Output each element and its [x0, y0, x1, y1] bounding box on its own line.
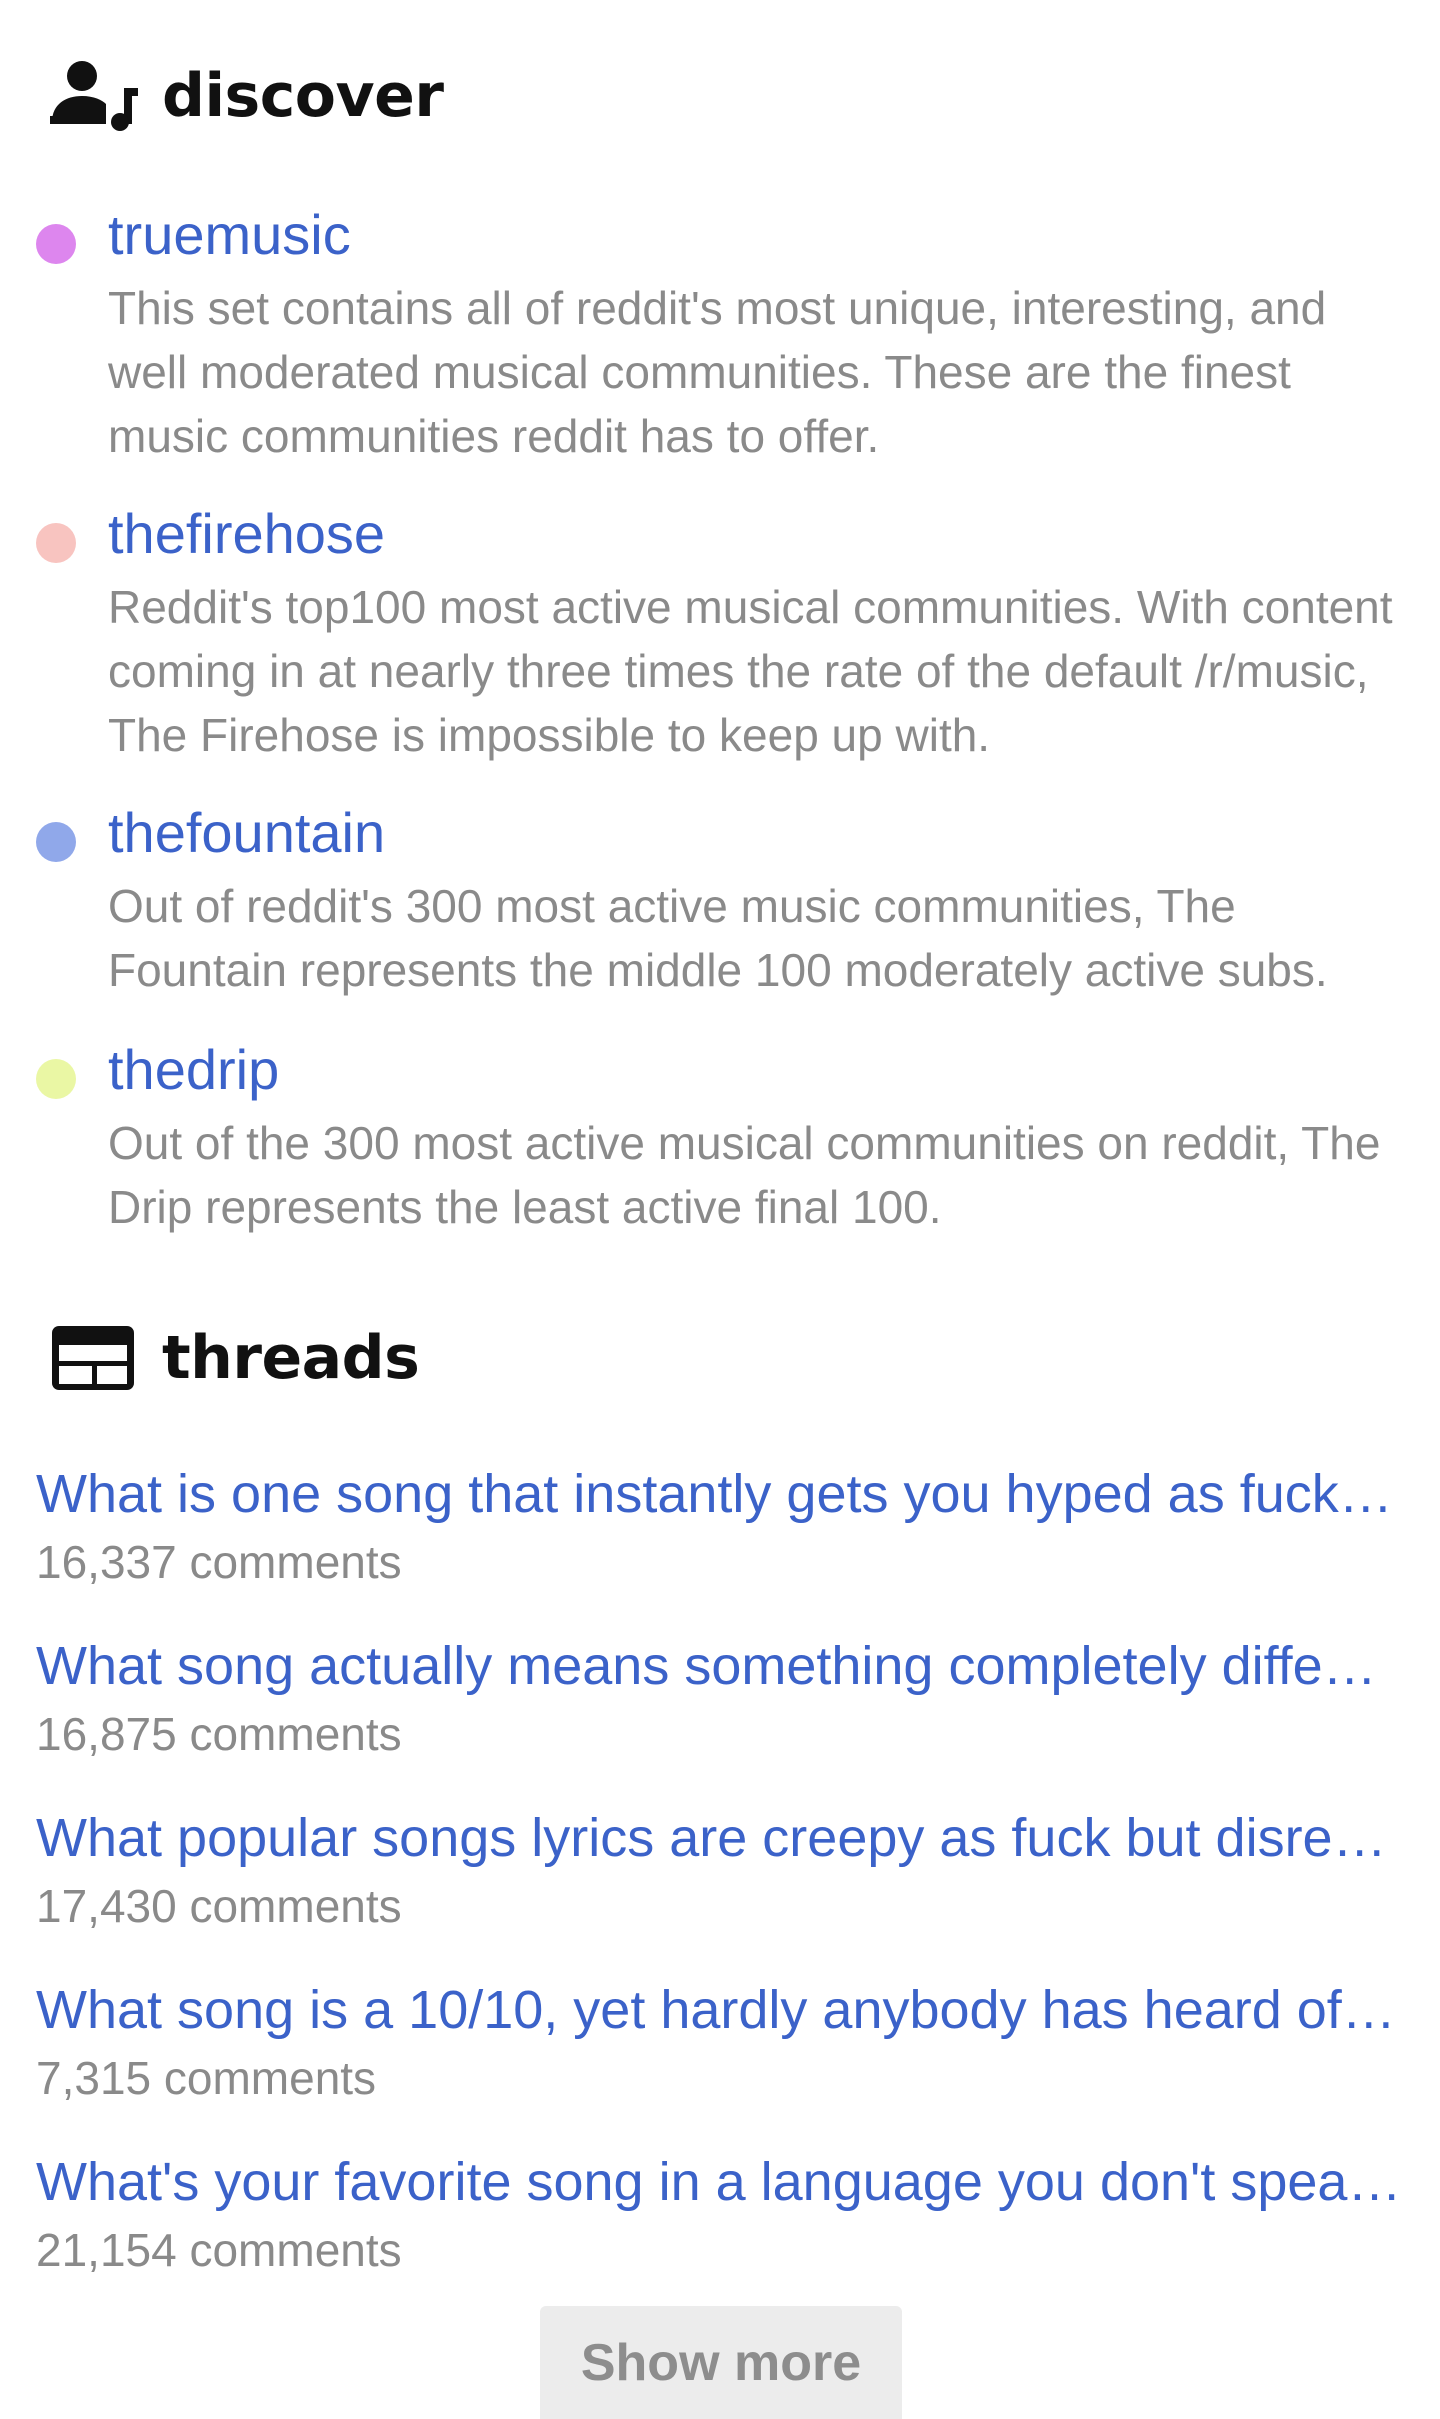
set-description: Out of reddit's 300 most active music co…: [108, 880, 1328, 996]
thread-title-link[interactable]: What song is a 10/10, yet hardly anybody…: [36, 1975, 1406, 2045]
page: discover truemusic This set contains all…: [0, 0, 1440, 2419]
thread-comment-count[interactable]: 16,875 comments: [36, 1703, 1406, 1765]
threads-header: threads: [48, 1318, 420, 1398]
set-description: This set contains all of reddit's most u…: [108, 282, 1327, 462]
thread-item: What popular songs lyrics are creepy as …: [36, 1803, 1406, 1937]
thread-item: What's your favorite song in a language …: [36, 2147, 1406, 2281]
thread-comment-count[interactable]: 21,154 comments: [36, 2219, 1406, 2281]
thread-title-link[interactable]: What is one song that instantly gets you…: [36, 1459, 1406, 1529]
web-layout-icon: [48, 1318, 140, 1398]
set-color-dot: [36, 822, 76, 862]
set-description: Reddit's top100 most active musical comm…: [108, 581, 1393, 761]
thread-item: What song actually means something compl…: [36, 1631, 1406, 1765]
thread-comment-count[interactable]: 16,337 comments: [36, 1531, 1406, 1593]
set-link-thefirehose[interactable]: thefirehose: [108, 501, 385, 566]
set-color-dot: [36, 1059, 76, 1099]
thread-item: What song is a 10/10, yet hardly anybody…: [36, 1975, 1406, 2109]
set-color-dot: [36, 523, 76, 563]
set-link-truemusic[interactable]: truemusic: [108, 202, 351, 267]
thread-comment-count[interactable]: 7,315 comments: [36, 2047, 1406, 2109]
set-color-dot: [36, 224, 76, 264]
show-more-button[interactable]: Show more: [540, 2306, 902, 2419]
thread-title-link[interactable]: What's your favorite song in a language …: [36, 2147, 1406, 2217]
set-description: Out of the 300 most active musical commu…: [108, 1117, 1381, 1233]
discover-title: discover: [162, 61, 444, 131]
person-music-icon: [48, 56, 140, 136]
thread-comment-count[interactable]: 17,430 comments: [36, 1875, 1406, 1937]
threads-title: threads: [162, 1323, 420, 1393]
discover-header: discover: [48, 56, 444, 136]
thread-item: What is one song that instantly gets you…: [36, 1459, 1406, 1593]
set-link-thedrip[interactable]: thedrip: [108, 1037, 279, 1102]
thread-title-link[interactable]: What popular songs lyrics are creepy as …: [36, 1803, 1406, 1873]
set-link-thefountain[interactable]: thefountain: [108, 800, 385, 865]
thread-title-link[interactable]: What song actually means something compl…: [36, 1631, 1406, 1701]
